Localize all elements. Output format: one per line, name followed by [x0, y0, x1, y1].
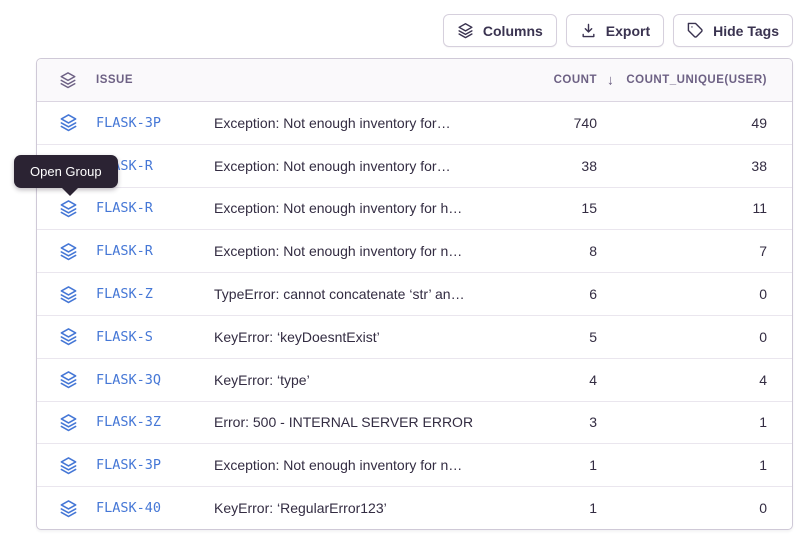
open-group-tooltip: Open Group [14, 155, 118, 188]
issue-link[interactable]: FLASK-Z [96, 286, 214, 302]
table-row: FLASK-S KeyError: ‘keyDoesntExist’ 5 0 [37, 315, 792, 358]
table-row: FLASK-R Exception: Not enough inventory … [37, 187, 792, 230]
stack-icon [59, 113, 78, 132]
count-value: 1 [507, 457, 597, 473]
issue-link[interactable]: FLASK-3Q [96, 372, 214, 388]
export-button[interactable]: Export [566, 14, 664, 47]
stack-icon [59, 242, 78, 261]
open-group-button[interactable] [59, 285, 78, 304]
open-group-button[interactable] [59, 199, 78, 218]
stack-icon [59, 327, 78, 346]
stack-icon [59, 413, 78, 432]
stack-icon [59, 370, 78, 389]
open-group-button[interactable] [59, 370, 78, 389]
issues-table: ISSUE COUNT ↓ COUNT_UNIQUE(USER) FLASK-3… [36, 58, 793, 530]
count-value: 4 [507, 372, 597, 388]
issue-link[interactable]: FLASK-40 [96, 500, 214, 516]
issue-link[interactable]: FLASK-3P [96, 115, 214, 131]
count-unique-value: 0 [597, 329, 767, 345]
count-unique-value: 1 [597, 457, 767, 473]
table-row: FLASK-Z TypeError: cannot concatenate ‘s… [37, 272, 792, 315]
toolbar: Columns Export Hide Tags [443, 14, 793, 47]
issue-title: Exception: Not enough inventory for… [214, 158, 507, 174]
columns-button-label: Columns [483, 23, 543, 39]
issue-title: Exception: Not enough inventory for n… [214, 457, 507, 473]
issue-link[interactable]: FLASK-3Z [96, 414, 214, 430]
issue-title: KeyError: ‘RegularError123’ [214, 500, 507, 516]
issue-link[interactable]: FLASK-R [96, 243, 214, 259]
stack-icon [59, 285, 78, 304]
open-group-button[interactable] [59, 327, 78, 346]
sort-descending-icon: ↓ [607, 71, 614, 87]
count-value: 1 [507, 500, 597, 516]
table-row: FLASK-R Exception: Not enough inventory … [37, 229, 792, 272]
column-header-issue[interactable]: ISSUE [96, 74, 214, 86]
hide-tags-button-label: Hide Tags [713, 23, 779, 39]
issue-title: Exception: Not enough inventory for… [214, 115, 507, 131]
count-unique-value: 49 [597, 115, 767, 131]
table-row: FLASK-40 KeyError: ‘RegularError123’ 1 0 [37, 486, 792, 529]
stack-icon [59, 456, 78, 475]
count-unique-value: 7 [597, 243, 767, 259]
count-value: 6 [507, 286, 597, 302]
open-group-tooltip-label: Open Group [30, 164, 102, 179]
table-row: FLASK-3Q KeyError: ‘type’ 4 4 [37, 358, 792, 401]
count-unique-value: 0 [597, 500, 767, 516]
count-value: 38 [507, 158, 597, 174]
table-row: FLASK-3Z Error: 500 - INTERNAL SERVER ER… [37, 401, 792, 444]
issue-title: Exception: Not enough inventory for h… [214, 200, 507, 216]
count-value: 740 [507, 115, 597, 131]
issue-title: Error: 500 - INTERNAL SERVER ERROR [214, 414, 507, 430]
count-value: 3 [507, 414, 597, 430]
stack-icon [59, 71, 78, 90]
issue-title: Exception: Not enough inventory for n… [214, 243, 507, 259]
issue-link[interactable]: FLASK-3P [96, 457, 214, 473]
stack-icon [59, 499, 78, 518]
table-row: FLASK-3P Exception: Not enough inventory… [37, 443, 792, 486]
table-header-row: ISSUE COUNT ↓ COUNT_UNIQUE(USER) [37, 59, 792, 102]
page: Columns Export Hide Tags ISSUE COUNT ↓ C… [0, 0, 807, 538]
stack-icon [59, 199, 78, 218]
issue-link[interactable]: FLASK-S [96, 329, 214, 345]
open-group-button[interactable] [59, 113, 78, 132]
table-row: FLASK-3P Exception: Not enough inventory… [37, 102, 792, 144]
count-value: 8 [507, 243, 597, 259]
export-button-label: Export [606, 23, 650, 39]
column-header-count[interactable]: COUNT ↓ [507, 74, 597, 86]
table-body: FLASK-3P Exception: Not enough inventory… [37, 102, 792, 529]
open-group-button[interactable] [59, 499, 78, 518]
table-row: FLASK-R Exception: Not enough inventory … [37, 144, 792, 187]
tooltip-caret-icon [62, 188, 78, 196]
issue-title: TypeError: cannot concatenate ‘str’ an… [214, 286, 507, 302]
column-header-count-label: COUNT [554, 74, 597, 86]
column-header-count-unique[interactable]: COUNT_UNIQUE(USER) [597, 74, 767, 86]
tag-icon [687, 22, 704, 39]
count-unique-value: 0 [597, 286, 767, 302]
stack-icon [457, 22, 474, 39]
hide-tags-button[interactable]: Hide Tags [673, 14, 793, 47]
count-unique-value: 4 [597, 372, 767, 388]
count-unique-value: 1 [597, 414, 767, 430]
columns-button[interactable]: Columns [443, 14, 557, 47]
count-unique-value: 38 [597, 158, 767, 174]
issue-link[interactable]: FLASK-R [96, 200, 214, 216]
issue-title: KeyError: ‘keyDoesntExist’ [214, 329, 507, 345]
open-group-button[interactable] [59, 242, 78, 261]
open-group-button[interactable] [59, 456, 78, 475]
download-icon [580, 22, 597, 39]
issue-title: KeyError: ‘type’ [214, 372, 507, 388]
count-unique-value: 11 [597, 200, 767, 216]
count-value: 15 [507, 200, 597, 216]
count-value: 5 [507, 329, 597, 345]
open-group-button[interactable] [59, 413, 78, 432]
